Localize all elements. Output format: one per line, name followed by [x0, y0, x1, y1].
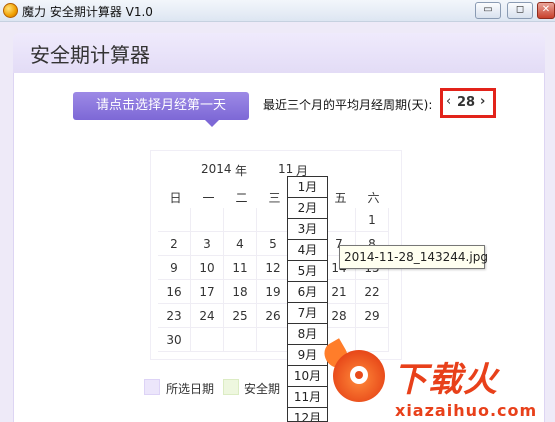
month-dropdown[interactable]: 1月 2月 3月 4月 5月 6月 7月 8月 9月 10月 11月 12月 — [287, 176, 328, 422]
legend-safe-label: 安全期 — [244, 382, 281, 396]
app-icon — [3, 3, 18, 18]
title-bar: 魔力 安全期计算器 V1.0 ▭ ◻ — [0, 0, 555, 22]
weekday-header: 日 一 二 三 四 五 六 — [158, 184, 393, 208]
legend-safe-swatch — [223, 379, 239, 395]
day-empty — [257, 208, 290, 232]
cycle-decrease-button[interactable]: ‹ — [446, 94, 451, 109]
day-cell[interactable]: 12 — [257, 256, 290, 280]
month-option[interactable]: 10月 — [288, 366, 327, 387]
watermark-logo: 下载火 xiazaihuo.com — [319, 338, 555, 422]
watermark-cn: 下载火 — [393, 360, 498, 400]
day-cell[interactable]: 29 — [356, 304, 389, 328]
day-cell[interactable]: 2 — [158, 232, 191, 256]
day-empty — [224, 328, 257, 352]
weekday-tue: 二 — [235, 191, 248, 205]
month-option[interactable]: 9月 — [288, 345, 327, 366]
cycle-label: 最近三个月的平均月经周期(天): — [263, 98, 433, 112]
month-option[interactable]: 4月 — [288, 240, 327, 261]
watermark-en: xiazaihuo.com — [395, 401, 538, 420]
app-title: 安全期计算器 — [30, 43, 150, 67]
close-button[interactable]: ✕ — [537, 2, 555, 19]
day-cell[interactable]: 5 — [257, 232, 290, 256]
day-cell[interactable]: 10 — [191, 256, 224, 280]
window-title: 魔力 安全期计算器 V1.0 — [22, 5, 153, 19]
month-option[interactable]: 6月 — [288, 282, 327, 303]
weekday-sun: 日 — [169, 191, 182, 205]
day-cell[interactable]: 1 — [356, 208, 389, 232]
day-empty — [191, 328, 224, 352]
month-option[interactable]: 3月 — [288, 219, 327, 240]
day-cell[interactable]: 25 — [224, 304, 257, 328]
day-cell[interactable]: 16 — [158, 280, 191, 304]
legend-selected-swatch — [144, 379, 160, 395]
day-cell[interactable]: 18 — [224, 280, 257, 304]
day-cell[interactable]: 22 — [356, 280, 389, 304]
month-option[interactable]: 2月 — [288, 198, 327, 219]
day-cell[interactable]: 24 — [191, 304, 224, 328]
choose-period-start-button[interactable]: 请点击选择月经第一天 — [73, 92, 249, 127]
cycle-stepper[interactable]: ‹ 28 › — [440, 88, 496, 118]
day-empty — [191, 208, 224, 232]
download-logo-icon — [333, 350, 385, 402]
day-cell[interactable]: 4 — [224, 232, 257, 256]
calendar-year-unit: 年 — [235, 164, 248, 178]
cycle-increase-button[interactable]: › — [480, 94, 485, 109]
day-cell[interactable]: 9 — [158, 256, 191, 280]
day-cell[interactable]: 23 — [158, 304, 191, 328]
minimize-button[interactable]: ▭ — [475, 2, 501, 19]
day-empty — [257, 328, 290, 352]
month-option[interactable]: 1月 — [288, 177, 327, 198]
month-option[interactable]: 7月 — [288, 303, 327, 324]
calendar-month[interactable]: 11 — [278, 162, 293, 176]
restore-button[interactable]: ◻ — [507, 2, 533, 19]
day-cell[interactable]: 3 — [191, 232, 224, 256]
app-header: 安全期计算器 — [13, 33, 545, 73]
day-cell[interactable]: 19 — [257, 280, 290, 304]
day-empty — [224, 208, 257, 232]
weekday-sat: 六 — [367, 191, 380, 205]
month-option[interactable]: 11月 — [288, 387, 327, 408]
cycle-value: 28 — [457, 95, 476, 110]
day-cell[interactable]: 11 — [224, 256, 257, 280]
day-cell[interactable]: 17 — [191, 280, 224, 304]
month-option[interactable]: 12月 — [288, 408, 327, 421]
month-option[interactable]: 5月 — [288, 261, 327, 282]
day-empty — [158, 208, 191, 232]
tooltip: 2014-11-28_143244.jpg — [339, 245, 488, 269]
day-cell[interactable]: 30 — [158, 328, 191, 352]
weekday-fri: 五 — [334, 191, 347, 205]
month-option[interactable]: 8月 — [288, 324, 327, 345]
calendar-year[interactable]: 2014 — [201, 162, 232, 176]
day-cell[interactable]: 26 — [257, 304, 290, 328]
legend-selected-label: 所选日期 — [166, 382, 215, 396]
weekday-mon: 一 — [202, 191, 215, 205]
